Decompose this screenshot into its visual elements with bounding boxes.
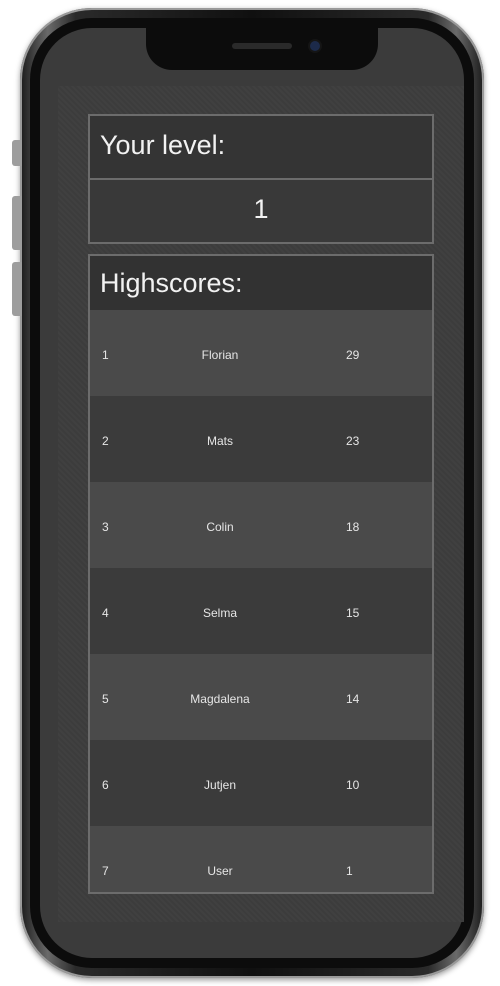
front-camera bbox=[310, 41, 320, 51]
highscore-row[interactable]: 6 Jutjen 10 bbox=[90, 740, 432, 826]
name-cell: Selma bbox=[202, 606, 237, 620]
name-cell: Mats bbox=[206, 434, 233, 448]
score-cell: 18 bbox=[346, 520, 360, 534]
highscores-header: Highscores: bbox=[90, 256, 432, 310]
rank-cell: 6 bbox=[102, 778, 109, 792]
rank-cell: 1 bbox=[102, 348, 109, 362]
highscores-panel: Highscores: 1 Florian 29 2 Mats 23 3 Col… bbox=[88, 254, 434, 894]
highscore-row[interactable]: 3 Colin 18 bbox=[90, 482, 432, 568]
name-cell: Jutjen bbox=[203, 778, 237, 792]
volume-up-button bbox=[12, 196, 22, 250]
rank-cell: 3 bbox=[102, 520, 109, 534]
score-cell: 14 bbox=[346, 692, 360, 706]
score-cell: 23 bbox=[346, 434, 360, 448]
volume-down-button bbox=[12, 262, 22, 316]
name-cell: Colin bbox=[206, 520, 234, 534]
highscore-row[interactable]: 5 Magdalena 14 bbox=[90, 654, 432, 740]
mute-switch bbox=[12, 140, 22, 166]
level-title: Your level: bbox=[100, 130, 226, 160]
rank-cell: 5 bbox=[102, 692, 109, 706]
score-cell: 10 bbox=[346, 778, 360, 792]
highscore-row[interactable]: 1 Florian 29 bbox=[90, 310, 432, 396]
highscore-row[interactable]: 7 User 1 bbox=[90, 826, 432, 892]
level-value-box: 1 bbox=[88, 180, 434, 244]
highscore-row[interactable]: 2 Mats 23 bbox=[90, 396, 432, 482]
highscores-title: Highscores: bbox=[100, 268, 243, 298]
rank-cell: 7 bbox=[102, 864, 109, 878]
notch bbox=[146, 28, 378, 70]
score-cell: 1 bbox=[346, 864, 353, 878]
name-cell: Magdalena bbox=[190, 692, 250, 706]
name-cell: Florian bbox=[201, 348, 239, 362]
name-cell: User bbox=[207, 864, 233, 878]
highscore-row[interactable]: 4 Selma 15 bbox=[90, 568, 432, 654]
level-header: Your level: bbox=[88, 114, 434, 180]
score-cell: 15 bbox=[346, 606, 360, 620]
rank-cell: 4 bbox=[102, 606, 109, 620]
speaker-grille bbox=[232, 43, 292, 49]
score-cell: 29 bbox=[346, 348, 360, 362]
rank-cell: 2 bbox=[102, 434, 109, 448]
level-value: 1 bbox=[253, 194, 269, 224]
